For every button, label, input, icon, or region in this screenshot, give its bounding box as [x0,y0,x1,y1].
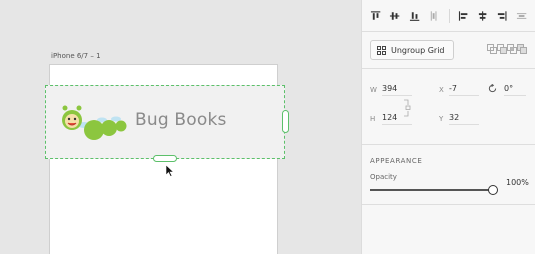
cursor-arrow-icon [166,165,174,177]
ungroup-grid-button[interactable]: Ungroup Grid [370,40,454,60]
caterpillar-logo [62,105,127,140]
ungroup-grid-label: Ungroup Grid [391,45,445,55]
align-middle-icon[interactable] [389,10,400,22]
y-field[interactable]: 32 [449,113,479,125]
boolean-subtract-icon[interactable] [497,44,507,54]
grid-icon [377,45,386,55]
height-field[interactable]: 124 [382,113,412,125]
align-top-icon[interactable] [370,10,381,22]
y-label: Y [439,115,444,123]
repeat-grid-banner[interactable]: Bug Books [45,85,285,159]
x-label: X [439,86,444,94]
appearance-title: APPEARANCE [370,157,423,165]
opacity-slider-track[interactable] [370,189,492,191]
toolbar-divider [449,8,450,23]
boolean-intersect-icon[interactable] [507,44,517,54]
artboard-label[interactable]: iPhone 6/7 – 1 [51,52,101,60]
property-inspector: Ungroup Grid W 394 X -7 0° H 124 Y 32 AP… [361,0,535,254]
transform-section: W 394 X -7 0° H 124 Y 32 [362,69,535,145]
align-right-icon[interactable] [496,10,507,22]
align-center-icon[interactable] [477,10,488,22]
boolean-add-icon[interactable] [487,44,497,54]
padding-handle-right[interactable] [282,110,289,133]
opacity-label: Opacity [370,173,397,181]
opacity-slider-thumb[interactable] [488,185,498,195]
width-field[interactable]: 394 [382,84,412,96]
padding-handle-bottom[interactable] [153,155,177,162]
boolean-ops [487,44,527,54]
height-label: H [370,115,376,123]
repeat-grid-row: Ungroup Grid [362,32,535,69]
align-left-icon[interactable] [458,10,469,22]
rotate-icon [488,84,497,93]
boolean-exclude-icon[interactable] [517,44,527,54]
x-field[interactable]: -7 [449,84,479,96]
align-toolbar [362,0,535,32]
appearance-section: APPEARANCE Opacity 100% [362,145,535,205]
align-bottom-icon[interactable] [409,10,420,22]
design-canvas[interactable]: iPhone 6/7 – 1 Bug Books [0,0,361,254]
width-label: W [370,86,377,94]
distribute-vertical-icon[interactable] [428,10,439,22]
rotation-field[interactable]: 0° [504,84,526,96]
opacity-value[interactable]: 100% [506,178,529,187]
banner-title: Bug Books [135,110,227,130]
distribute-horizontal-icon[interactable] [516,10,527,22]
